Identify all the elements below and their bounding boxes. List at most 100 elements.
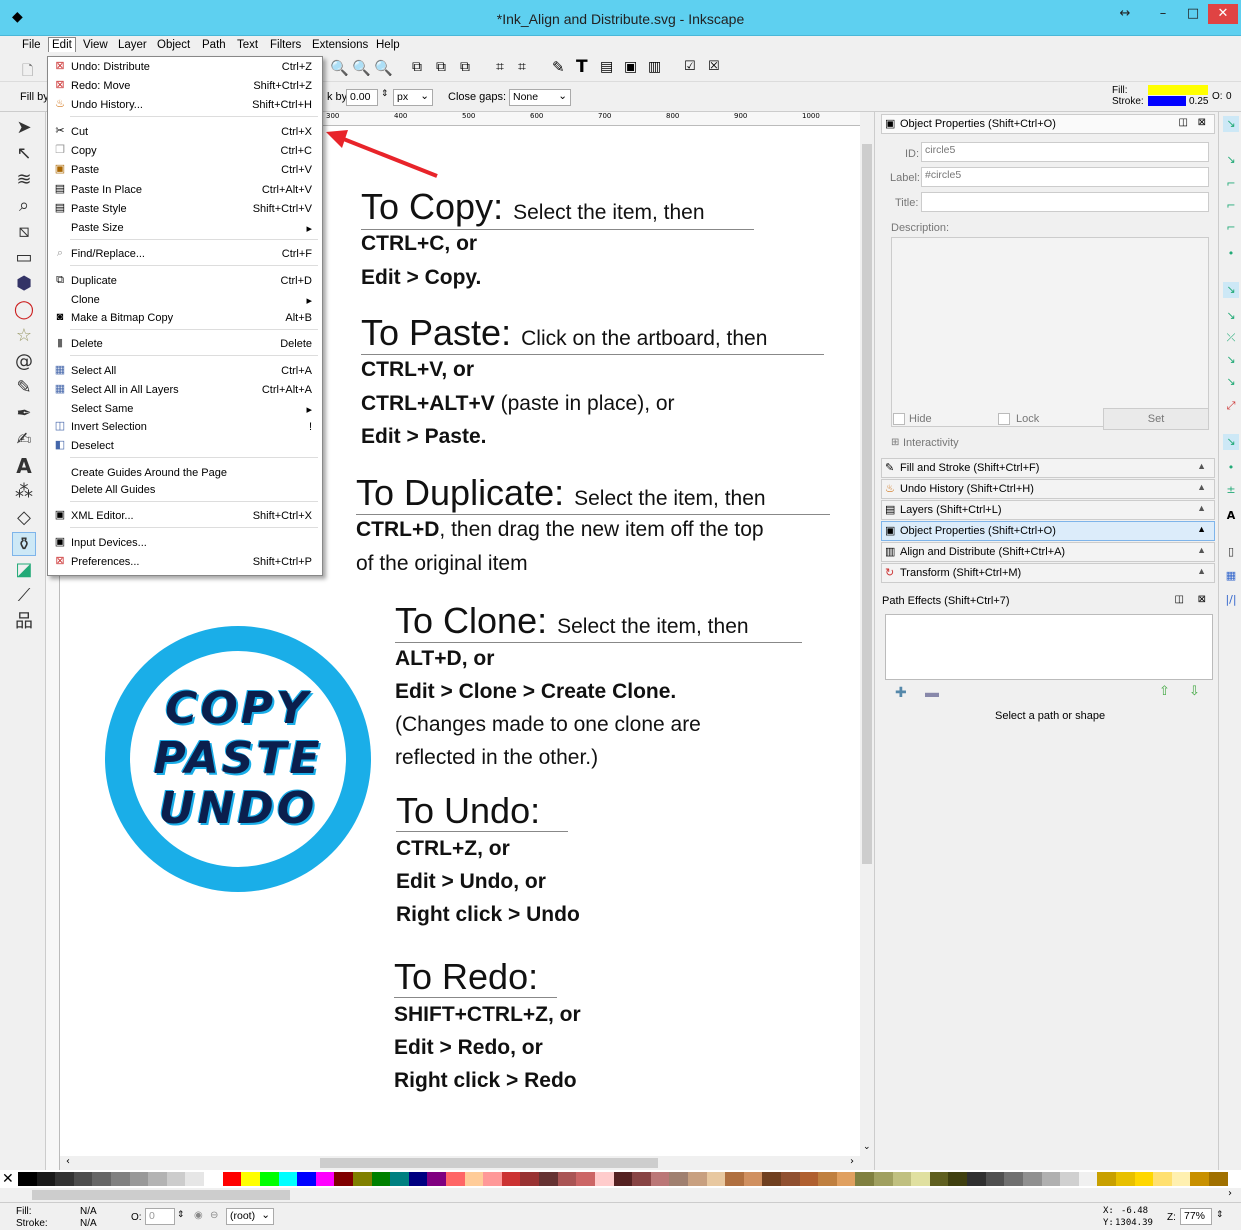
snap-page-border-icon[interactable]: ▯ — [1223, 544, 1239, 560]
palette-swatch[interactable] — [259, 1172, 279, 1186]
palette-swatch[interactable] — [576, 1172, 595, 1186]
set-button[interactable]: Set — [1103, 408, 1209, 430]
palette-swatch[interactable] — [297, 1172, 316, 1186]
palette-swatch[interactable] — [632, 1172, 651, 1186]
no-paint-icon[interactable]: ✕ — [2, 1170, 16, 1188]
palette-swatch[interactable] — [204, 1172, 223, 1186]
connector-tool-icon[interactable]: 品 — [12, 610, 36, 634]
iconify-icon[interactable]: ◫ — [1175, 594, 1184, 605]
menu-item-find-replace[interactable]: ⌕ Find/Replace... Ctrl+F — [48, 245, 322, 263]
palette-swatch[interactable] — [1190, 1172, 1209, 1186]
zoom-tool-icon[interactable]: ⌕ — [12, 194, 36, 218]
zoom-spinner-icon[interactable]: ⇕ — [1216, 1209, 1224, 1220]
palette-swatch[interactable] — [36, 1172, 56, 1186]
calligraphy-tool-icon[interactable]: ✍ — [12, 428, 36, 452]
palette-swatch[interactable] — [780, 1172, 800, 1186]
palette-swatch[interactable] — [92, 1172, 112, 1186]
palette-swatch[interactable] — [1078, 1172, 1098, 1186]
menu-item-delete[interactable]: ▮ Delete Delete — [48, 335, 322, 353]
palette-swatch[interactable] — [985, 1172, 1005, 1186]
palette-swatch[interactable] — [706, 1172, 726, 1186]
layers-toolbar-icon[interactable]: ▤ — [600, 59, 613, 75]
dock-tab-fill-stroke[interactable]: ✎ Fill and Stroke (Shift+Ctrl+F) ▲ — [881, 458, 1215, 478]
menu-object[interactable]: Object — [154, 38, 193, 52]
menu-item-paste-style[interactable]: ▤ Paste Style Shift+Ctrl+V — [48, 200, 322, 218]
palette-swatch[interactable] — [1115, 1172, 1135, 1186]
palette-scrollbar[interactable]: › — [0, 1188, 1241, 1202]
palette-swatch[interactable] — [427, 1172, 447, 1186]
palette-swatch[interactable] — [241, 1172, 260, 1186]
minimize-button[interactable]: – — [1150, 4, 1176, 24]
menu-filters[interactable]: Filters — [267, 38, 304, 52]
horizontal-scrollbar[interactable]: ‹ › — [60, 1156, 874, 1170]
horizontal-scroll-thumb[interactable] — [320, 1158, 658, 1168]
stroke-swatch[interactable] — [1148, 96, 1186, 106]
snap-enable-icon[interactable]: ↘ — [1223, 116, 1239, 132]
scroll-left-icon[interactable]: ‹ — [66, 1156, 70, 1167]
snap-path-icon[interactable]: ↘ — [1223, 308, 1239, 324]
palette-swatch[interactable] — [446, 1172, 465, 1186]
menu-item-copy[interactable]: ❐ Copy Ctrl+C — [48, 142, 322, 160]
palette-swatch[interactable] — [334, 1172, 353, 1186]
menu-extensions[interactable]: Extensions — [309, 38, 371, 52]
snap-bbox-midpoint-icon[interactable]: ⌐ — [1223, 220, 1239, 236]
fill-swatch[interactable] — [1148, 85, 1208, 95]
text-font-icon[interactable]: T — [576, 57, 588, 77]
palette-swatch[interactable] — [743, 1172, 763, 1186]
menu-item-undo[interactable]: ⊠ Undo: Distribute Ctrl+Z — [48, 58, 322, 76]
menu-item-duplicate[interactable]: ⧉ Duplicate Ctrl+D — [48, 272, 322, 290]
menu-file[interactable]: File — [19, 38, 44, 52]
grow-input[interactable]: 0.00 — [346, 89, 378, 106]
palette-swatch[interactable] — [501, 1172, 521, 1186]
scroll-right-icon[interactable]: › — [850, 1156, 854, 1167]
close-panel-icon[interactable]: ⊠ — [1198, 117, 1206, 128]
snap-intersection-icon[interactable]: ⤫ — [1223, 330, 1239, 346]
status-opacity-input[interactable]: 0 — [145, 1208, 175, 1225]
palette-swatch[interactable] — [111, 1172, 130, 1186]
close-panel-icon[interactable]: ⊠ — [1198, 594, 1206, 605]
palette-swatch[interactable] — [148, 1172, 167, 1186]
palette-swatch[interactable] — [315, 1172, 335, 1186]
close-gaps-select[interactable]: None ⌄ — [509, 89, 571, 106]
menu-item-clone[interactable]: Clone ▸ — [48, 291, 322, 309]
paint-bucket-tool-icon[interactable]: ⚱ — [12, 532, 36, 556]
palette-swatch[interactable] — [1022, 1172, 1042, 1186]
palette-swatch[interactable] — [818, 1172, 837, 1186]
group-icon[interactable]: ⌗ — [496, 59, 504, 75]
selector-tool-icon[interactable]: ➤ — [12, 116, 36, 140]
menu-layer[interactable]: Layer — [115, 38, 150, 52]
palette-swatch[interactable] — [539, 1172, 558, 1186]
gradient-tool-icon[interactable]: ◪ — [12, 558, 36, 582]
palette-swatch[interactable] — [1097, 1172, 1116, 1186]
palette-swatch[interactable] — [874, 1172, 893, 1186]
menu-path[interactable]: Path — [199, 38, 229, 52]
palette-swatch[interactable] — [594, 1172, 614, 1186]
snap-rotation-center-icon[interactable]: ± — [1223, 482, 1239, 498]
preferences-toolbar-icon[interactable]: ☒ — [708, 59, 720, 74]
palette-swatch[interactable] — [483, 1172, 502, 1186]
palette-swatch[interactable] — [185, 1172, 205, 1186]
menu-item-select-all-layers[interactable]: ▦ Select All in All Layers Ctrl+Alt+A — [48, 381, 322, 399]
layer-visibility-icon[interactable]: ◉ — [194, 1210, 203, 1221]
palette-swatch[interactable] — [464, 1172, 484, 1186]
pen-tool-icon[interactable]: ✒ — [12, 402, 36, 426]
palette-swatch[interactable] — [855, 1172, 875, 1186]
scroll-down-icon[interactable]: ⌄ — [863, 1142, 871, 1152]
palette-swatch[interactable] — [1153, 1172, 1172, 1186]
eraser-tool-icon[interactable]: ◇ — [12, 506, 36, 530]
expand-plus-icon[interactable]: ⊞ — [891, 437, 899, 448]
grow-spinner-icon[interactable]: ⇕ — [381, 88, 389, 99]
palette-swatch[interactable] — [278, 1172, 298, 1186]
path-effects-list[interactable] — [885, 614, 1213, 680]
snap-bbox-center-icon[interactable]: • — [1223, 246, 1239, 262]
description-textarea[interactable] — [891, 237, 1209, 427]
palette-swatch[interactable] — [1134, 1172, 1154, 1186]
menu-item-select-same[interactable]: Select Same ▸ — [48, 400, 322, 418]
add-effect-icon[interactable]: ✚ — [895, 684, 907, 701]
palette-swatch[interactable] — [762, 1172, 781, 1186]
palette-swatch[interactable] — [55, 1172, 74, 1186]
box-3d-tool-icon[interactable]: ⬢ — [12, 272, 36, 296]
palette-swatch[interactable] — [1171, 1172, 1191, 1186]
palette-swatch[interactable] — [557, 1172, 577, 1186]
palette-swatch[interactable] — [669, 1172, 688, 1186]
